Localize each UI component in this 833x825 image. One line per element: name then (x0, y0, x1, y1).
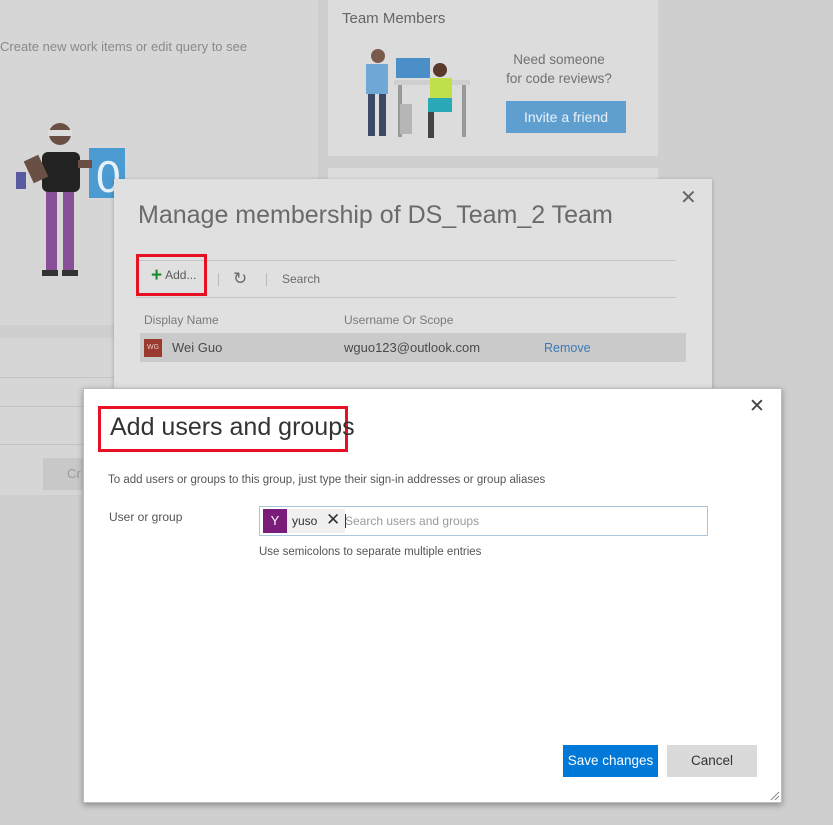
work-items-empty-text: Create new work items or edit query to s… (0, 39, 248, 54)
close-icon[interactable]: ✕ (749, 395, 765, 418)
toolbar-separator (266, 273, 267, 286)
developer-illustration: 0 (16, 123, 125, 276)
add-users-groups-dialog: Add users and groups ✕ To add users or g… (83, 388, 782, 803)
avatar: WG (144, 339, 162, 357)
column-header-display-name: Display Name (144, 313, 219, 327)
selected-identity-chip: Y yuso ✕ (263, 509, 345, 533)
cancel-button[interactable]: Cancel (667, 745, 757, 777)
column-header-username: Username Or Scope (344, 313, 454, 327)
invite-friend-button: Invite a friend (506, 101, 626, 133)
divider (0, 377, 115, 378)
plus-icon: + (151, 265, 163, 286)
remove-member-link[interactable]: Remove (544, 341, 591, 355)
avatar: Y (263, 509, 287, 533)
toolbar-divider (136, 260, 676, 261)
dialog-title: Add users and groups (98, 406, 355, 452)
save-changes-button[interactable]: Save changes (563, 745, 658, 777)
member-display-name: Wei Guo (172, 340, 223, 355)
add-label: Add... (165, 268, 197, 282)
resize-grip-icon[interactable] (768, 789, 780, 801)
picker-hint: Use semicolons to separate multiple entr… (259, 546, 482, 558)
identity-picker[interactable]: Y yuso ✕ (259, 506, 708, 536)
toolbar-separator (218, 273, 219, 286)
team-members-card: Team Members Need someone for code revie… (328, 0, 658, 156)
search-input[interactable] (345, 512, 700, 530)
dialog-description: To add users or groups to this group, ju… (108, 474, 546, 486)
remove-chip-icon[interactable]: ✕ (326, 510, 340, 530)
toolbar-divider (136, 297, 676, 298)
dialog-title: Manage membership of DS_Team_2 Team (138, 201, 613, 229)
member-row[interactable]: WG Wei Guo wguo123@outlook.com Remove (140, 333, 686, 362)
selected-identity-name: yuso (292, 514, 318, 528)
user-or-group-label: User or group (109, 510, 183, 524)
member-username: wguo123@outlook.com (344, 340, 481, 355)
manage-membership-dialog: Manage membership of DS_Team_2 Team ✕ + A… (114, 179, 712, 394)
team-members-prompt: Need someone for code reviews? (506, 52, 612, 86)
close-icon[interactable]: ✕ (680, 185, 697, 210)
add-member-button[interactable]: + Add... (136, 254, 207, 296)
refresh-icon[interactable]: ↻ (233, 269, 247, 289)
team-members-illustration (366, 49, 470, 138)
search-button[interactable]: Search (282, 272, 320, 286)
team-members-title: Team Members (342, 10, 446, 27)
